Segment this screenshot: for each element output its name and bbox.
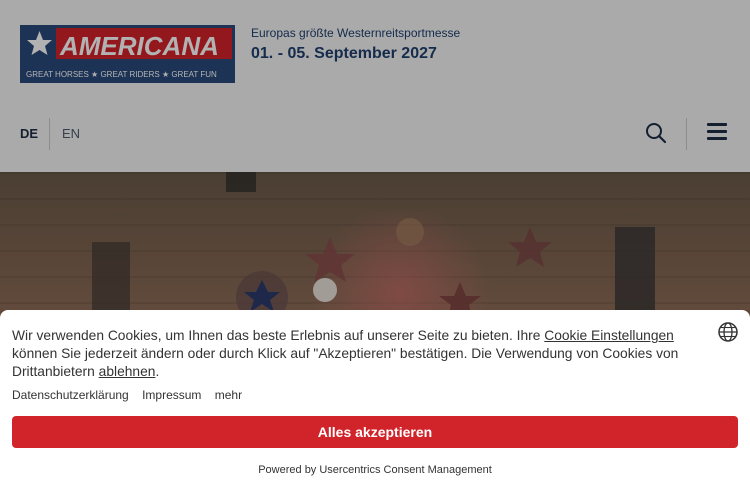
imprint-link[interactable]: Impressum (142, 388, 201, 402)
decline-link[interactable]: ablehnen (99, 364, 156, 379)
cookie-settings-link[interactable]: Cookie Einstellungen (544, 328, 674, 343)
cookie-footer-links: Datenschutzerklärung Impressum mehr (12, 388, 252, 402)
privacy-policy-link[interactable]: Datenschutzerklärung (12, 388, 129, 402)
more-info-link[interactable]: mehr (215, 388, 242, 402)
cookie-message: Wir verwenden Cookies, um Ihnen das best… (12, 328, 679, 379)
cookie-consent-banner: Wir verwenden Cookies, um Ihnen das best… (0, 310, 750, 500)
powered-by-usercentrics: Powered by Usercentrics Consent Manageme… (258, 464, 492, 476)
globe-icon[interactable] (717, 321, 739, 343)
accept-all-button[interactable]: Alles akzeptieren (12, 416, 738, 448)
